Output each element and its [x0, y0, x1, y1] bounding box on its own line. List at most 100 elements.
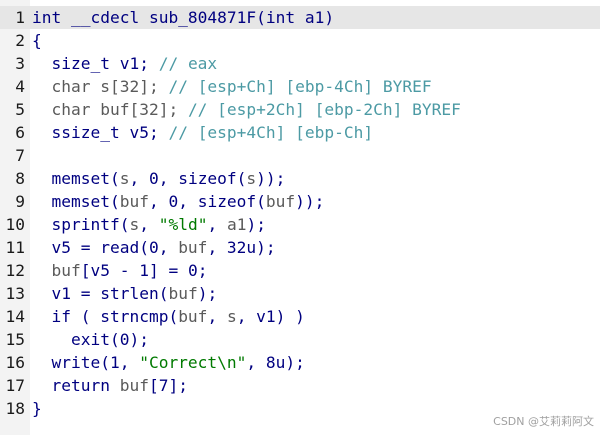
- code-token: return: [32, 376, 120, 395]
- line-number: 12: [5, 261, 26, 280]
- code-text: exit(0);: [32, 328, 149, 351]
- code-text: ssize_t v5; // [esp+4Ch] [ebp-Ch]: [32, 121, 373, 144]
- code-token: buf: [178, 238, 208, 257]
- code-text: {: [32, 29, 42, 52]
- code-text: char buf[32]; // [esp+2Ch] [ebp-2Ch] BYR…: [32, 98, 461, 121]
- code-token: buf: [178, 307, 208, 326]
- code-token: "%ld": [158, 215, 208, 234]
- code-line[interactable]: 3 size_t v1; // eax: [0, 52, 600, 75]
- code-line[interactable]: 2{: [0, 29, 600, 52]
- code-token: , 8u);: [246, 353, 305, 372]
- line-number: 10: [5, 215, 26, 234]
- code-text: write(1, "Correct\n", 8u);: [32, 351, 305, 374]
- code-line[interactable]: 13 v1 = strlen(buf);: [0, 282, 600, 305]
- code-line[interactable]: 8 memset(s, 0, sizeof(s));: [0, 167, 600, 190]
- line-number: 13: [5, 284, 26, 303]
- code-text: memset(buf, 0, sizeof(buf));: [32, 190, 324, 213]
- code-text: sprintf(s, "%ld", a1);: [32, 213, 266, 236]
- code-token: char buf[32];: [32, 100, 188, 119]
- line-number: 18: [5, 399, 26, 418]
- code-line[interactable]: 16 write(1, "Correct\n", 8u);: [0, 351, 600, 374]
- code-token: buf: [51, 261, 81, 280]
- code-text: }: [32, 397, 42, 420]
- code-line[interactable]: 9 memset(buf, 0, sizeof(buf));: [0, 190, 600, 213]
- code-token: ,: [207, 215, 227, 234]
- code-token: // [esp+4Ch] [ebp-Ch]: [168, 123, 374, 142]
- line-number: 4: [15, 77, 25, 96]
- code-line[interactable]: 6 ssize_t v5; // [esp+4Ch] [ebp-Ch]: [0, 121, 600, 144]
- line-number: 6: [15, 123, 25, 142]
- code-text: char s[32]; // [esp+Ch] [ebp-4Ch] BYREF: [32, 75, 432, 98]
- code-line[interactable]: 12 buf[v5 - 1] = 0;: [0, 259, 600, 282]
- code-token: ,: [207, 307, 227, 326]
- code-token: memset(: [32, 169, 120, 188]
- code-token: buf: [168, 284, 198, 303]
- line-number: 9: [15, 192, 25, 211]
- line-number: 3: [15, 54, 25, 73]
- code-token: , 0, sizeof(: [129, 169, 247, 188]
- line-number: 5: [15, 100, 25, 119]
- code-token: s: [246, 169, 257, 188]
- code-token: ,: [139, 215, 159, 234]
- code-text: buf[v5 - 1] = 0;: [32, 259, 208, 282]
- code-text: v1 = strlen(buf);: [32, 282, 217, 305]
- code-line[interactable]: 17 return buf[7];: [0, 374, 600, 397]
- line-number: 11: [5, 238, 26, 257]
- code-line[interactable]: 11 v5 = read(0, buf, 32u);: [0, 236, 600, 259]
- code-token: exit(0);: [32, 330, 149, 349]
- line-number: 1: [15, 8, 25, 27]
- code-token: );: [246, 215, 266, 234]
- code-token: [7];: [148, 376, 188, 395]
- code-token: ssize_t v5;: [32, 123, 169, 142]
- line-number: 14: [5, 307, 26, 326]
- code-line[interactable]: 7: [0, 144, 600, 167]
- code-token: // [esp+Ch] [ebp-4Ch] BYREF: [168, 77, 432, 96]
- code-token: , 32u);: [207, 238, 276, 257]
- code-line[interactable]: 14 if ( strncmp(buf, s, v1) ): [0, 305, 600, 328]
- code-token: // eax: [158, 54, 218, 73]
- code-text: return buf[7];: [32, 374, 188, 397]
- line-number: 8: [15, 169, 25, 188]
- line-number: 2: [15, 31, 25, 50]
- code-line[interactable]: 1 int __cdecl sub_804871F(int a1): [0, 6, 600, 29]
- code-token: ));: [295, 192, 325, 211]
- code-token: sprintf(: [32, 215, 130, 234]
- code-token: int __cdecl sub_804871F(int a1): [32, 8, 335, 27]
- code-token: s: [129, 215, 140, 234]
- code-token: write(1,: [32, 353, 140, 372]
- code-token: size_t v1;: [32, 54, 159, 73]
- code-token: v5 = read(0,: [32, 238, 179, 257]
- line-number: 7: [15, 146, 25, 165]
- code-token: );: [197, 284, 218, 303]
- code-token: a1: [226, 215, 247, 234]
- code-token: {: [32, 31, 42, 50]
- code-token: }: [32, 399, 42, 418]
- line-number: 15: [5, 330, 26, 349]
- line-number: 17: [5, 376, 26, 395]
- code-text: memset(s, 0, sizeof(s));: [32, 167, 285, 190]
- code-token: buf: [119, 376, 149, 395]
- code-text: size_t v1; // eax: [32, 52, 217, 75]
- code-line[interactable]: 5 char buf[32]; // [esp+2Ch] [ebp-2Ch] B…: [0, 98, 600, 121]
- pseudocode-editor[interactable]: 1 int __cdecl sub_804871F(int a1) 2{3 size…: [0, 0, 600, 435]
- code-line[interactable]: 15 exit(0);: [0, 328, 600, 351]
- code-token: buf: [265, 192, 296, 211]
- code-token: char s[32];: [32, 77, 169, 96]
- code-token: "Correct\n": [139, 353, 247, 372]
- code-line[interactable]: 10 sprintf(s, "%ld", a1);: [0, 213, 600, 236]
- watermark: CSDN @艾莉莉阿文: [493, 415, 594, 428]
- code-token: [v5 - 1] = 0;: [80, 261, 208, 280]
- code-token: ));: [256, 169, 286, 188]
- code-token: v1 = strlen(: [32, 284, 169, 303]
- code-token: s: [226, 307, 237, 326]
- code-text: int __cdecl sub_804871F(int a1): [32, 6, 334, 29]
- code-text: if ( strncmp(buf, s, v1) ): [32, 305, 305, 328]
- code-token: memset(: [32, 192, 120, 211]
- code-line[interactable]: 4 char s[32]; // [esp+Ch] [ebp-4Ch] BYRE…: [0, 75, 600, 98]
- code-token: s: [119, 169, 130, 188]
- code-token: // [esp+2Ch] [ebp-2Ch] BYREF: [187, 100, 461, 119]
- code-token: buf: [119, 192, 149, 211]
- code-token: if ( strncmp(: [32, 307, 179, 326]
- code-token: , v1) ): [236, 307, 305, 326]
